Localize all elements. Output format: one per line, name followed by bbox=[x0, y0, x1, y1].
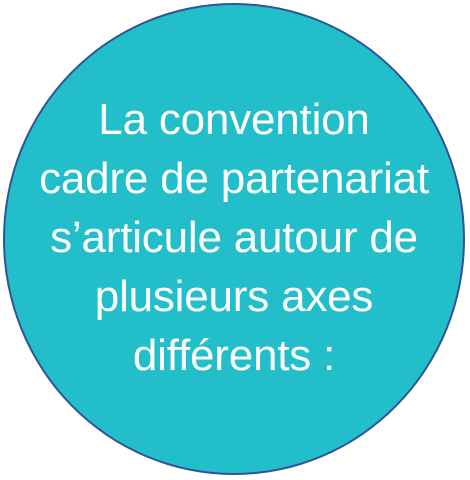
text-line-3: s’articule autour de bbox=[50, 212, 418, 262]
circle-shape: La convention cadre de partenariat s’art… bbox=[3, 3, 465, 475]
circle-text: La convention cadre de partenariat s’art… bbox=[24, 90, 444, 385]
text-line-1: La convention bbox=[98, 94, 370, 144]
text-line-2: cadre de partenariat bbox=[39, 153, 429, 203]
text-line-4: plusieurs axes bbox=[94, 271, 374, 321]
text-line-5: différents : bbox=[132, 330, 336, 380]
canvas: La convention cadre de partenariat s’art… bbox=[0, 0, 470, 480]
